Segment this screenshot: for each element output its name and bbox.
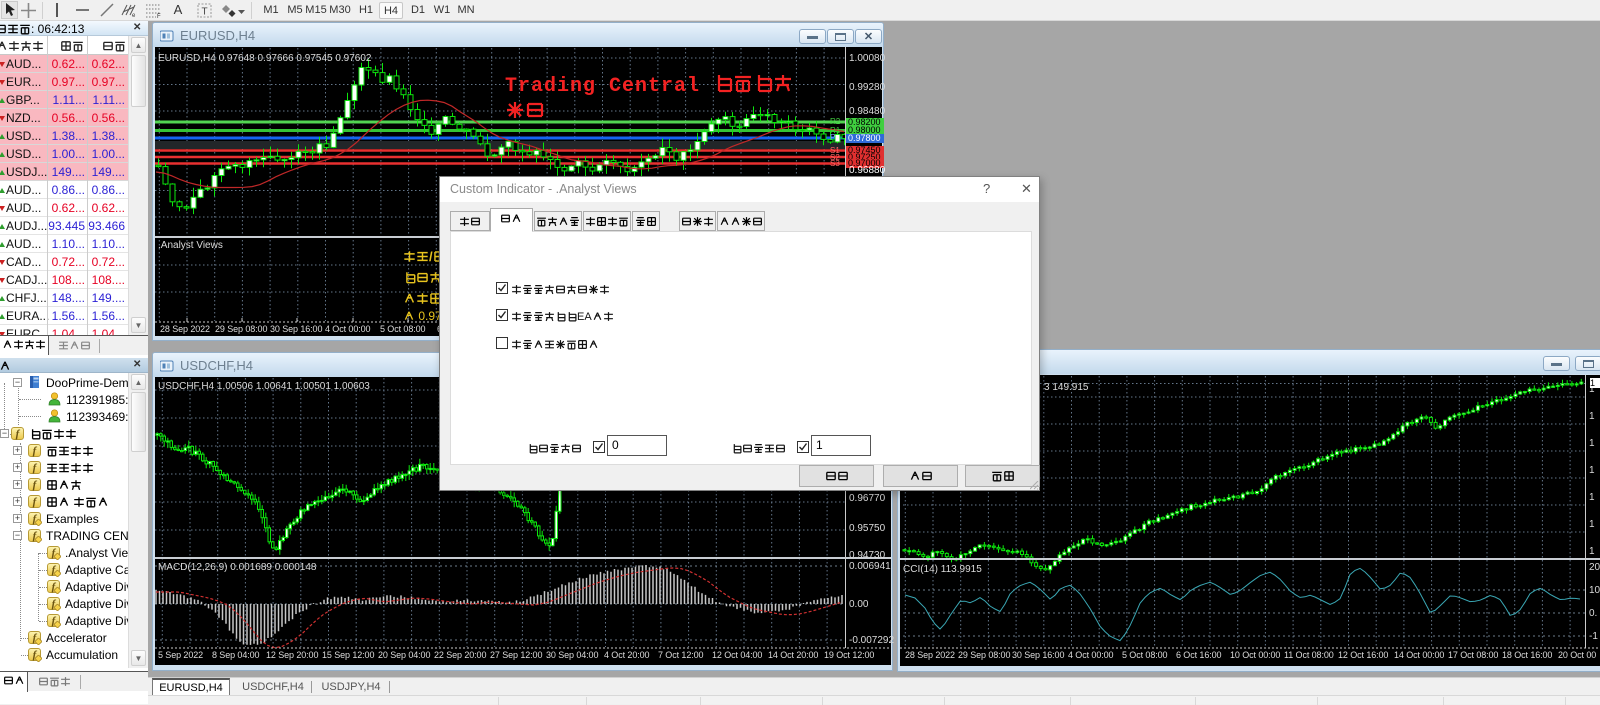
svg-text:e: e (132, 13, 136, 18)
svg-text:T: T (202, 7, 208, 18)
svg-text:F: F (157, 14, 161, 18)
